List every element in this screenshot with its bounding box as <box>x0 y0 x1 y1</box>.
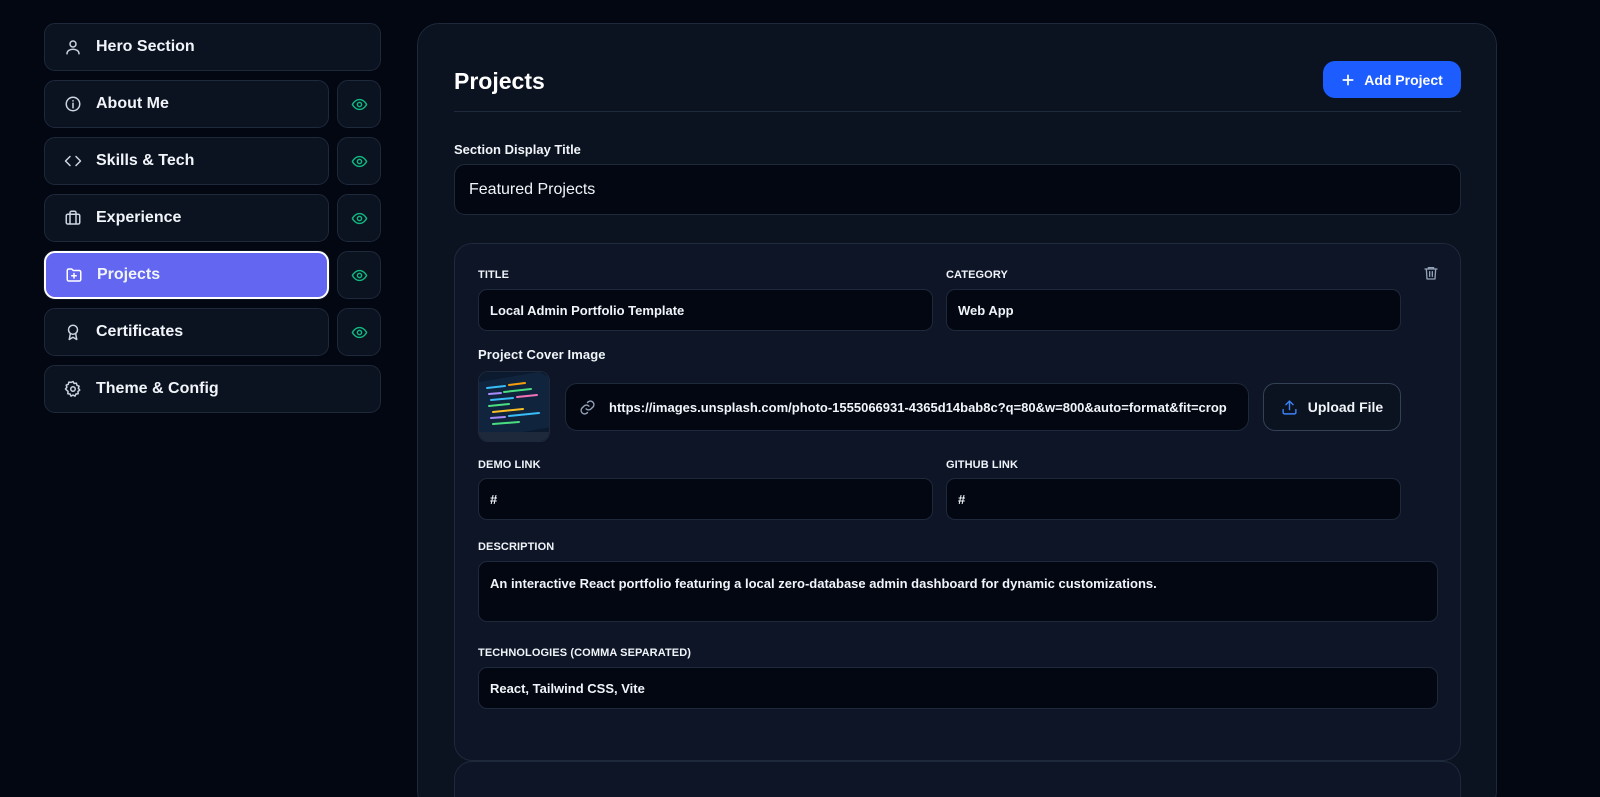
sidebar-item-skills-tech[interactable]: Skills & Tech <box>44 137 329 185</box>
demo-link-label: DEMO LINK <box>478 459 541 471</box>
sidebar-item-label: Hero Section <box>96 38 195 55</box>
project-card-next <box>454 761 1461 797</box>
award-icon <box>64 323 82 341</box>
title-label: TITLE <box>478 269 510 281</box>
section-title-label: Section Display Title <box>454 142 581 157</box>
sidebar-item-label: Theme & Config <box>96 380 219 397</box>
info-icon <box>64 95 82 113</box>
projects-panel: Projects Add Project Section Display Tit… <box>417 23 1497 797</box>
trash-icon <box>1424 267 1438 280</box>
sidebar-nav: Hero Section About Me Skills & Tech Expe… <box>44 23 381 422</box>
cover-image-url-input[interactable]: https://images.unsplash.com/photo-155506… <box>565 383 1249 431</box>
github-link-input[interactable]: # <box>946 478 1401 520</box>
sidebar-item-about-me[interactable]: About Me <box>44 80 329 128</box>
demo-link-input[interactable]: # <box>478 478 933 520</box>
link-icon <box>580 399 595 415</box>
page-title: Projects <box>454 68 545 94</box>
header-divider <box>454 111 1461 112</box>
upload-icon <box>1282 399 1297 415</box>
visibility-toggle-projects[interactable] <box>337 251 381 299</box>
sidebar-item-label: Certificates <box>96 323 184 340</box>
settings-icon <box>64 380 82 398</box>
technologies-label: TECHNOLOGIES (COMMA SEPARATED) <box>478 647 692 659</box>
github-link-label: GITHUB LINK <box>946 459 1018 471</box>
sidebar-item-label: Skills & Tech <box>96 152 195 169</box>
add-project-button[interactable]: Add Project <box>1323 61 1461 98</box>
visibility-toggle-skills-tech[interactable] <box>337 137 381 185</box>
technologies-input[interactable]: React, Tailwind CSS, Vite <box>478 667 1438 709</box>
plus-icon <box>1342 73 1354 86</box>
delete-project-button[interactable] <box>1423 264 1439 282</box>
project-card: TITLE Local Admin Portfolio Template CAT… <box>454 243 1461 761</box>
sidebar-item-label: Projects <box>97 266 161 283</box>
add-project-label: Add Project <box>1364 71 1443 88</box>
description-textarea[interactable]: An interactive React portfolio featuring… <box>478 561 1438 622</box>
category-label: CATEGORY <box>946 269 1008 281</box>
eye-icon <box>351 98 367 110</box>
upload-file-button[interactable]: Upload File <box>1263 383 1401 431</box>
category-input[interactable]: Web App <box>946 289 1401 331</box>
visibility-toggle-about-me[interactable] <box>337 80 381 128</box>
cover-image-label: Project Cover Image <box>478 347 606 362</box>
sidebar-item-projects[interactable]: Projects <box>44 251 329 299</box>
folder-plus-icon <box>65 266 83 284</box>
code-icon <box>64 152 82 170</box>
sidebar-item-hero-section[interactable]: Hero Section <box>44 23 381 71</box>
sidebar-item-experience[interactable]: Experience <box>44 194 329 242</box>
visibility-toggle-experience[interactable] <box>337 194 381 242</box>
user-icon <box>64 38 82 56</box>
eye-icon <box>351 155 367 167</box>
project-title-input[interactable]: Local Admin Portfolio Template <box>478 289 933 331</box>
sidebar-item-label: About Me <box>96 95 169 112</box>
description-label: DESCRIPTION <box>478 541 555 553</box>
sidebar-item-theme-config[interactable]: Theme & Config <box>44 365 381 413</box>
eye-icon <box>351 212 367 224</box>
visibility-toggle-certificates[interactable] <box>337 308 381 356</box>
sidebar-item-label: Experience <box>96 209 182 226</box>
upload-file-label: Upload File <box>1307 399 1384 415</box>
cover-image-url-text: https://images.unsplash.com/photo-155506… <box>609 399 1227 415</box>
briefcase-icon <box>64 209 82 227</box>
cover-image-thumbnail <box>478 371 550 442</box>
section-title-input[interactable]: Featured Projects <box>454 164 1461 215</box>
sidebar-item-certificates[interactable]: Certificates <box>44 308 329 356</box>
eye-icon <box>351 326 367 338</box>
eye-icon <box>351 269 367 281</box>
